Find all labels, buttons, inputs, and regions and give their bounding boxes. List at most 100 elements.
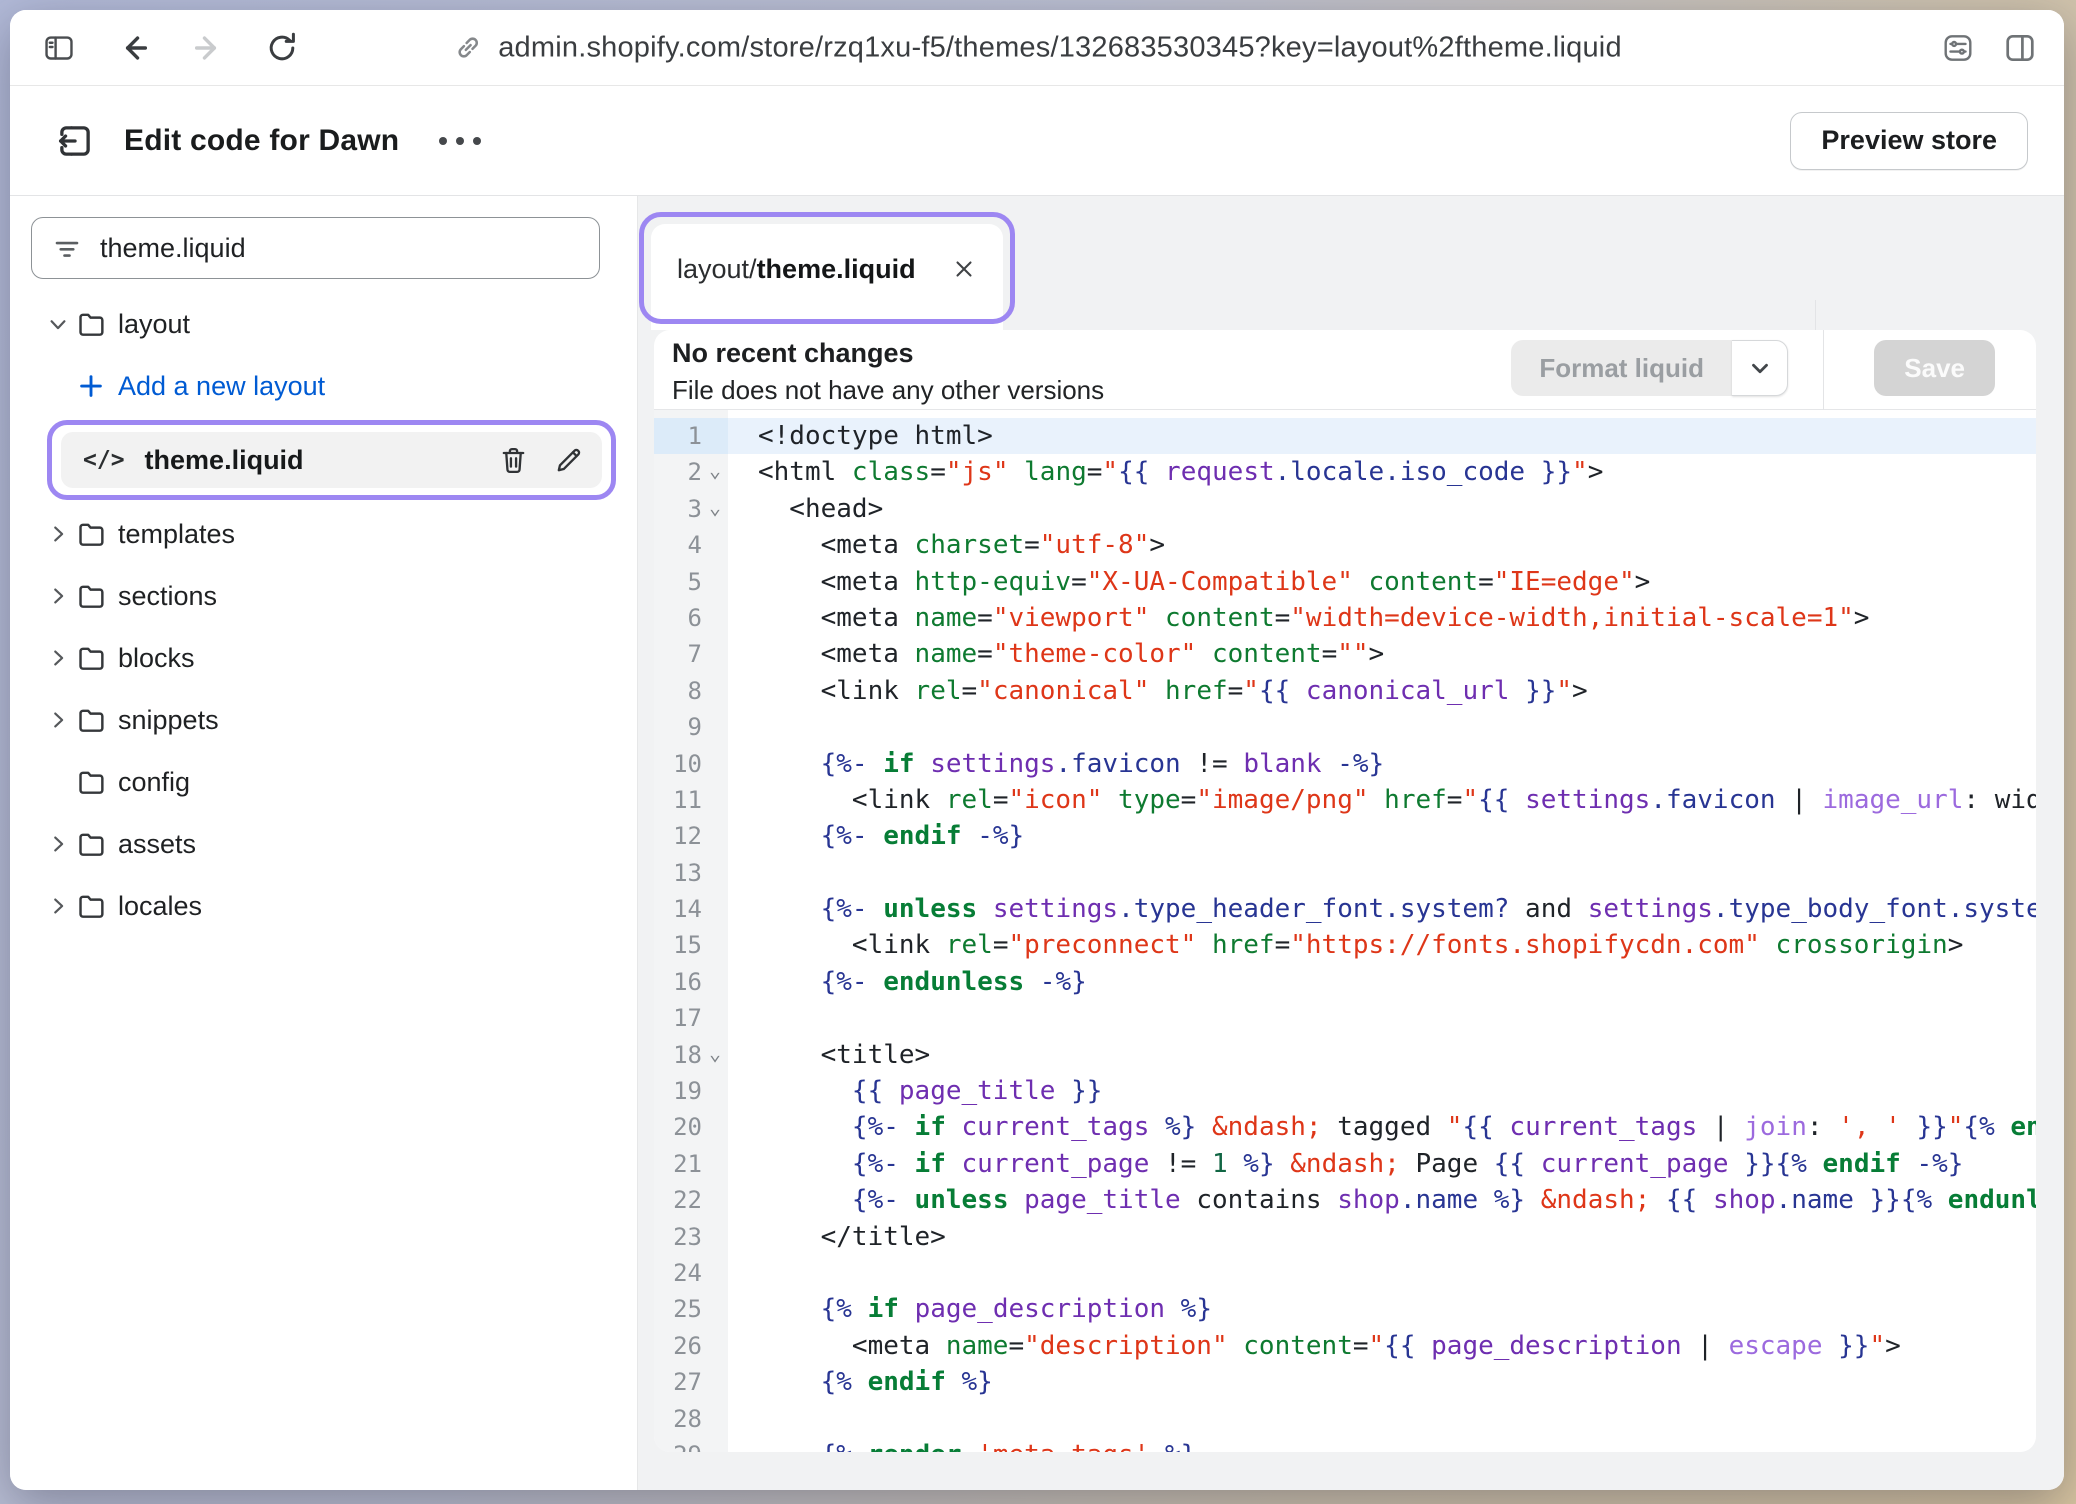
app-header: Edit code for Dawn Preview store: [10, 86, 2064, 196]
close-tab-icon[interactable]: [951, 256, 977, 282]
code-line-10[interactable]: 10 {%- if settings.favicon != blank -%}: [654, 746, 2036, 782]
plus-icon: [76, 371, 118, 401]
sidebar-item-label: assets: [118, 829, 196, 860]
line-number: 17: [654, 1000, 728, 1036]
sidebar-item-sections[interactable]: sections: [10, 568, 637, 624]
exit-editor-icon[interactable]: [54, 120, 96, 162]
code-line-14[interactable]: 14 {%- unless settings.type_header_font.…: [654, 891, 2036, 927]
preview-store-button[interactable]: Preview store: [1790, 112, 2028, 170]
rename-file-icon[interactable]: [553, 445, 584, 476]
file-tree: layout Add a new layout </>theme.liquid tem…: [10, 296, 637, 940]
editor-panel: layout/theme.liquid No recent changes Fi…: [638, 196, 2064, 1490]
code-line-22[interactable]: 22 {%- unless page_title contains shop.n…: [654, 1182, 2036, 1218]
code-line-29[interactable]: 29 {% render 'meta-tags' %}: [654, 1437, 2036, 1452]
sidebar-item-label: templates: [118, 519, 235, 550]
split-view-icon[interactable]: [2002, 30, 2038, 66]
file-sidebar: layout Add a new layout </>theme.liquid tem…: [10, 196, 638, 1490]
folder-icon: [76, 829, 118, 860]
line-number: 19: [654, 1073, 728, 1109]
sidebar-item-label: layout: [118, 309, 190, 340]
chevron-right-icon[interactable]: [40, 647, 76, 669]
code-line-13[interactable]: 13: [654, 855, 2036, 891]
forward-icon[interactable]: [190, 31, 226, 65]
line-number: 2⌄: [654, 454, 728, 490]
code-line-20[interactable]: 20 {%- if current_tags %} &ndash; tagged…: [654, 1109, 2036, 1145]
code-line-12[interactable]: 12 {%- endif -%}: [654, 818, 2036, 854]
chevron-right-icon[interactable]: [40, 523, 76, 545]
sidebar-item-label: blocks: [118, 643, 195, 674]
code-line-18[interactable]: 18⌄ <title>: [654, 1037, 2036, 1073]
page-settings-icon[interactable]: [1940, 30, 1976, 66]
code-line-26[interactable]: 26 <meta name="description" content="{{ …: [654, 1328, 2036, 1364]
code-line-11[interactable]: 11 <link rel="icon" type="image/png" hre…: [654, 782, 2036, 818]
code-line-21[interactable]: 21 {%- if current_page != 1 %} &ndash; P…: [654, 1146, 2036, 1182]
folder-icon: [76, 891, 118, 922]
line-number: 29: [654, 1437, 728, 1452]
code-line-5[interactable]: 5 <meta http-equiv="X-UA-Compatible" con…: [654, 564, 2036, 600]
code-line-3[interactable]: 3⌄ <head>: [654, 491, 2036, 527]
code-editor[interactable]: 1<!doctype html>2⌄<html class="js" lang=…: [654, 410, 2036, 1452]
chevron-right-icon[interactable]: [40, 895, 76, 917]
more-actions-icon[interactable]: [439, 137, 481, 145]
search-input[interactable]: [100, 233, 540, 264]
line-number: 27: [654, 1364, 728, 1400]
save-button[interactable]: Save: [1874, 340, 1995, 396]
code-line-2[interactable]: 2⌄<html class="js" lang="{{ request.loca…: [654, 454, 2036, 490]
code-line-15[interactable]: 15 <link rel="preconnect" href="https://…: [654, 927, 2036, 963]
sidebar-item-label: snippets: [118, 705, 219, 736]
line-number: 15: [654, 927, 728, 963]
code-line-16[interactable]: 16 {%- endunless -%}: [654, 964, 2036, 1000]
link-icon: [452, 32, 484, 64]
folder-icon: [76, 519, 118, 550]
code-line-19[interactable]: 19 {{ page_title }}: [654, 1073, 2036, 1109]
code-line-23[interactable]: 23 </title>: [654, 1219, 2036, 1255]
format-liquid-button[interactable]: Format liquid: [1511, 340, 1732, 396]
folder-icon: [76, 309, 118, 340]
chevron-down-icon[interactable]: [40, 313, 76, 335]
line-number: 24: [654, 1255, 728, 1291]
line-number: 5: [654, 564, 728, 600]
chevron-right-icon[interactable]: [40, 709, 76, 731]
code-line-1[interactable]: 1<!doctype html>: [654, 418, 2036, 454]
code-line-9[interactable]: 9: [654, 709, 2036, 745]
code-line-27[interactable]: 27 {% endif %}: [654, 1364, 2036, 1400]
browser-sidebar-toggle-icon[interactable]: [40, 31, 78, 65]
sidebar-item-locales[interactable]: locales: [10, 878, 637, 934]
format-dropdown-icon[interactable]: [1732, 340, 1788, 396]
sidebar-item-config[interactable]: config: [10, 754, 637, 810]
code-line-4[interactable]: 4 <meta charset="utf-8">: [654, 527, 2036, 563]
back-icon[interactable]: [116, 31, 152, 65]
folder-icon: [76, 767, 118, 798]
code-line-8[interactable]: 8 <link rel="canonical" href="{{ canonic…: [654, 673, 2036, 709]
sidebar-item-layout[interactable]: layout: [10, 296, 637, 352]
folder-icon: [76, 581, 118, 612]
sidebar-item-theme-liquid[interactable]: </>theme.liquid: [61, 432, 602, 488]
file-search-field[interactable]: [31, 217, 600, 279]
line-number: 28: [654, 1401, 728, 1437]
fold-icon[interactable]: ⌄: [702, 454, 728, 490]
fold-icon[interactable]: ⌄: [702, 1037, 728, 1073]
code-line-7[interactable]: 7 <meta name="theme-color" content="">: [654, 636, 2036, 672]
sidebar-item-blocks[interactable]: blocks: [10, 630, 637, 686]
code-line-6[interactable]: 6 <meta name="viewport" content="width=d…: [654, 600, 2036, 636]
code-line-28[interactable]: 28: [654, 1401, 2036, 1437]
browser-toolbar: admin.shopify.com/store/rzq1xu-f5/themes…: [10, 10, 2064, 86]
fold-icon[interactable]: ⌄: [702, 491, 728, 527]
add-layout-action[interactable]: Add a new layout: [10, 358, 637, 414]
code-line-17[interactable]: 17: [654, 1000, 2036, 1036]
chevron-right-icon[interactable]: [40, 585, 76, 607]
sidebar-item-assets[interactable]: assets: [10, 816, 637, 872]
delete-file-icon[interactable]: [498, 445, 529, 476]
sidebar-item-snippets[interactable]: snippets: [10, 692, 637, 748]
sidebar-item-label: locales: [118, 891, 202, 922]
code-line-24[interactable]: 24: [654, 1255, 2036, 1291]
address-bar[interactable]: admin.shopify.com/store/rzq1xu-f5/themes…: [452, 31, 1622, 64]
chevron-right-icon[interactable]: [40, 833, 76, 855]
reload-icon[interactable]: [264, 30, 300, 66]
sidebar-item-templates[interactable]: templates: [10, 506, 637, 562]
line-number: 26: [654, 1328, 728, 1364]
line-number: 23: [654, 1219, 728, 1255]
tutorial-highlight-file: </>theme.liquid: [47, 420, 616, 500]
code-line-25[interactable]: 25 {% if page_description %}: [654, 1291, 2036, 1327]
tab-theme-liquid[interactable]: layout/theme.liquid: [651, 224, 1003, 330]
